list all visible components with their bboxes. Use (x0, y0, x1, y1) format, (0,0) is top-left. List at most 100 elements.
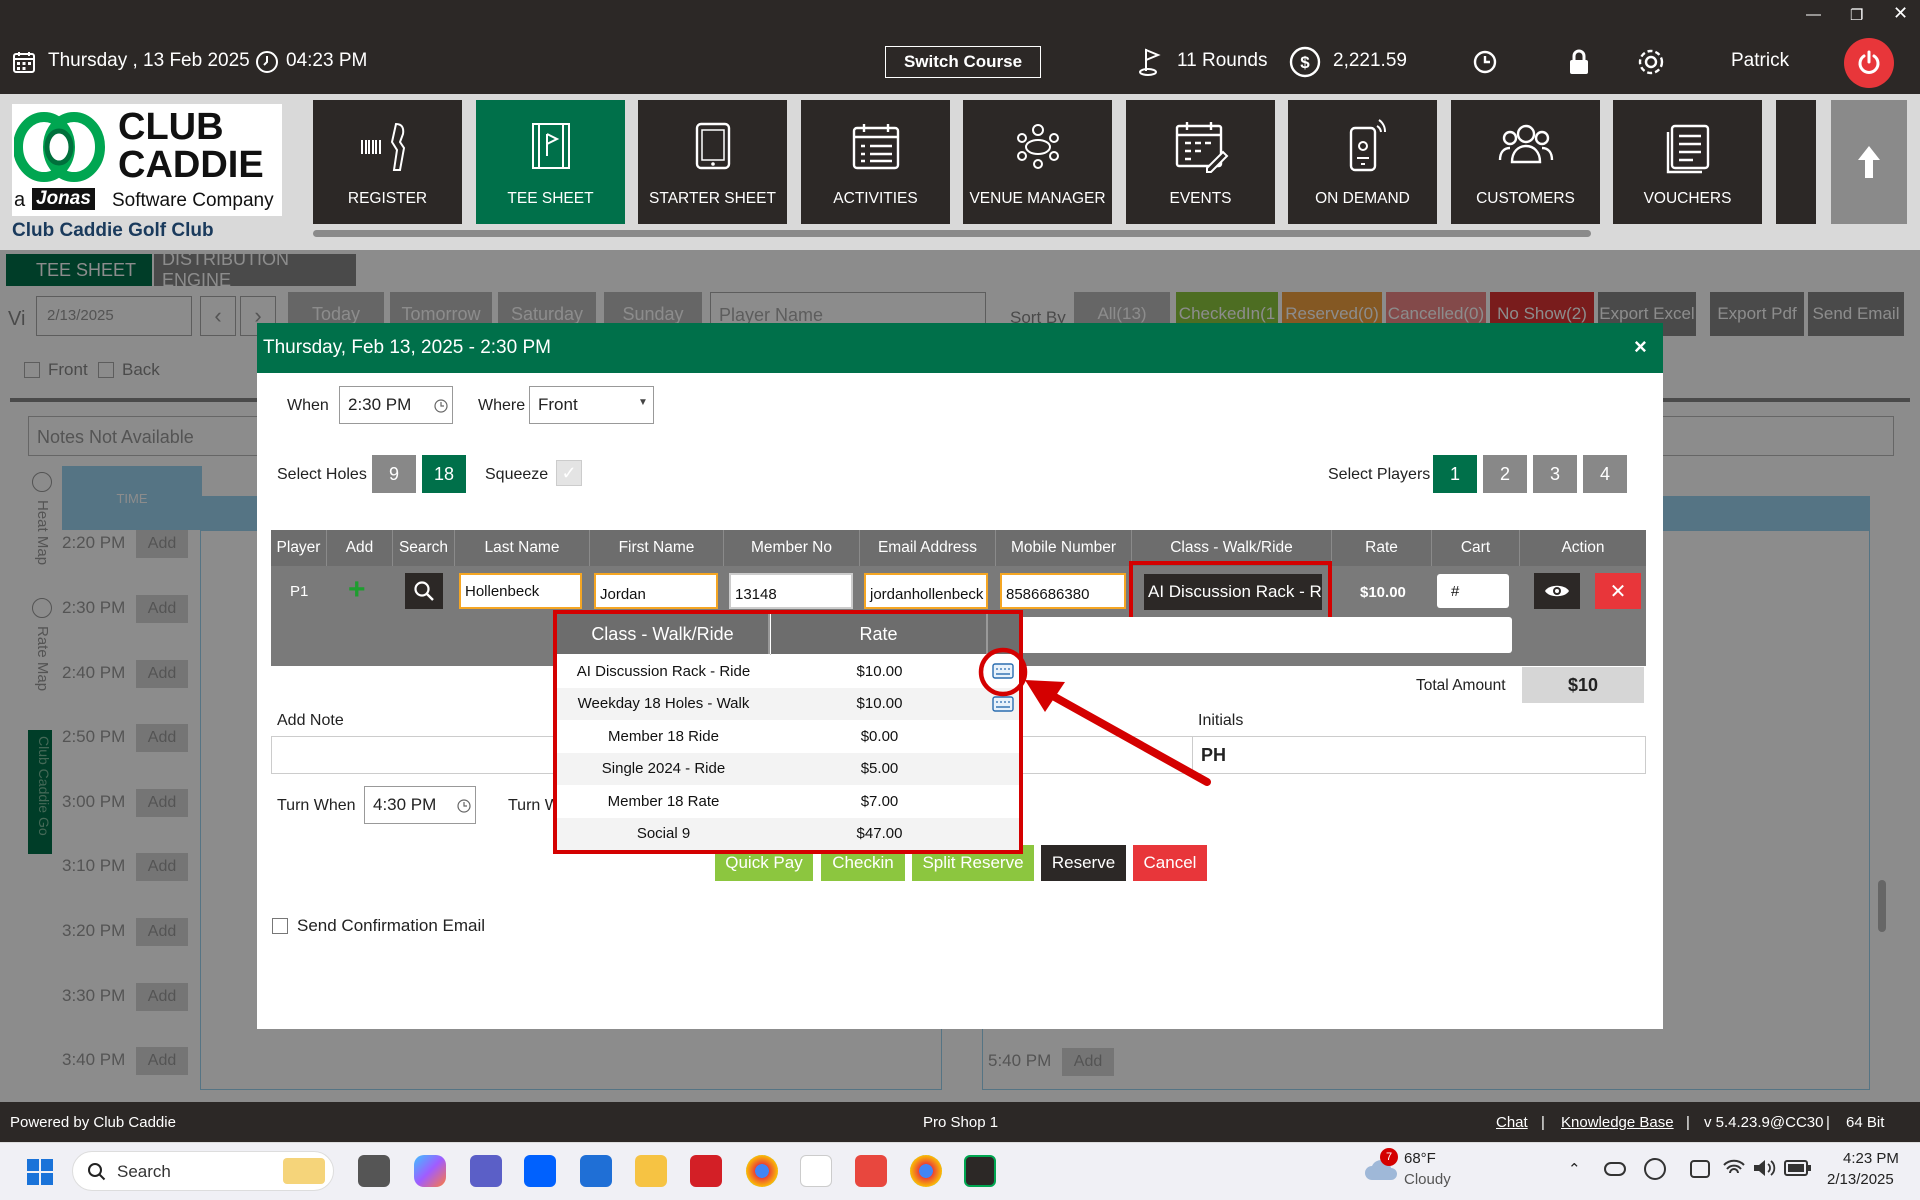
remove-player-button[interactable]: ✕ (1595, 573, 1641, 609)
col-last-name: Last Name (455, 530, 590, 566)
dropdown-col-class: Class - Walk/Ride (557, 614, 770, 654)
send-confirmation-label: Send Confirmation Email (297, 916, 486, 935)
nav-activities-label: ACTIVITIES (833, 190, 918, 207)
minimize-icon[interactable]: — (1806, 6, 1821, 23)
restore-icon[interactable]: ❐ (1850, 6, 1863, 24)
chat-link[interactable]: Chat (1496, 1114, 1528, 1131)
nav-on-demand-label: ON DEMAND (1315, 190, 1410, 207)
col-member-no: Member No (724, 530, 860, 566)
sync-icon[interactable] (1644, 1158, 1666, 1180)
dropdown-option[interactable]: Social 9 $47.00 (557, 817, 1019, 850)
clock-date: 2/13/2025 (1827, 1171, 1894, 1188)
add-note-input[interactable] (271, 736, 561, 774)
last-name-input[interactable]: Hollenbeck (459, 573, 582, 609)
turn-when-input[interactable]: 4:30 PM (364, 786, 476, 824)
send-confirmation-checkbox[interactable] (272, 918, 288, 934)
version-label: v 5.4.23.9@CC30 (1704, 1114, 1824, 1131)
arrow-up-icon (1858, 146, 1880, 178)
volume-icon[interactable] (1752, 1158, 1776, 1178)
first-name-input[interactable]: Jordan (594, 573, 718, 609)
mcafee-icon[interactable] (690, 1155, 722, 1187)
nav-register-label: REGISTER (347, 190, 428, 207)
players-1-button[interactable]: 1 (1433, 455, 1477, 493)
windows-start-icon[interactable] (26, 1158, 54, 1186)
dropdown-option[interactable]: Single 2024 - Ride $5.00 (557, 752, 1019, 785)
option-rate: $10.00 (856, 662, 903, 680)
option-class: Member 18 Ride (608, 727, 719, 745)
nav-customers-label: CUSTOMERS (1476, 190, 1575, 207)
players-3-button[interactable]: 3 (1533, 455, 1577, 493)
onedrive-icon[interactable] (1604, 1162, 1626, 1176)
modal-close-button[interactable]: × (1634, 334, 1647, 360)
nav-tee-sheet-label: TEE SHEET (507, 190, 594, 207)
nav-scrollbar[interactable] (313, 230, 1591, 237)
cancel-button[interactable]: Cancel (1133, 845, 1207, 881)
task-view-icon[interactable] (358, 1155, 390, 1187)
gear-icon[interactable] (1636, 47, 1666, 77)
teams-icon[interactable] (470, 1155, 502, 1187)
battery-icon[interactable] (1784, 1160, 1812, 1176)
dropdown-option[interactable]: Member 18 Rate $7.00 (557, 785, 1019, 818)
bluetooth-tray-icon[interactable] (1690, 1160, 1710, 1178)
nav-starter-sheet[interactable]: STARTER SHEET (638, 100, 787, 224)
chrome-profile-icon[interactable] (910, 1155, 942, 1187)
power-button[interactable] (1844, 38, 1894, 88)
dropdown-option[interactable]: Weekday 18 Holes - Walk $10.00 (557, 687, 1019, 720)
class-select[interactable]: AI Discussion Rack - Ride (1144, 574, 1322, 610)
option-rate: $47.00 (856, 825, 903, 843)
where-select[interactable]: Front ▼ (529, 386, 654, 424)
history-icon[interactable] (1473, 50, 1497, 74)
close-window-icon[interactable]: ✕ (1893, 3, 1908, 24)
club-caddie-app-icon[interactable] (964, 1155, 996, 1187)
power-icon (1858, 50, 1880, 74)
lock-icon[interactable] (1568, 49, 1590, 75)
copilot-icon[interactable] (414, 1155, 446, 1187)
nav-activities[interactable]: ACTIVITIES (801, 100, 950, 224)
squeeze-checkbox[interactable]: ✓ (556, 460, 582, 486)
reserve-button[interactable]: Reserve (1041, 845, 1126, 881)
holes-9-button[interactable]: 9 (372, 455, 416, 493)
players-2-button[interactable]: 2 (1483, 455, 1527, 493)
add-player-icon[interactable]: + (348, 573, 366, 607)
store-icon[interactable] (580, 1155, 612, 1187)
dropdown-option[interactable]: Member 18 Ride $0.00 (557, 720, 1019, 753)
chrome-icon[interactable] (746, 1155, 778, 1187)
nav-vouchers[interactable]: VOUCHERS (1613, 100, 1762, 224)
wifi-icon[interactable] (1722, 1158, 1746, 1178)
nav-customers[interactable]: CUSTOMERS (1451, 100, 1600, 224)
email-input[interactable]: jordanhollenbeck (864, 573, 988, 609)
file-explorer-icon[interactable] (635, 1155, 667, 1187)
mobile-input[interactable]: 8586686380 (1000, 573, 1126, 609)
app-s-icon[interactable] (855, 1155, 887, 1187)
when-label: When (287, 397, 329, 414)
when-input[interactable]: 2:30 PM (339, 386, 453, 424)
taskbar-search[interactable]: Search (72, 1151, 334, 1191)
cart-input[interactable]: # (1437, 574, 1509, 608)
dropdown-option[interactable]: AI Discussion Rack - Ride $10.00 (557, 655, 1019, 688)
nav-events[interactable]: EVENTS (1126, 100, 1275, 224)
scroll-up-button[interactable] (1831, 100, 1907, 224)
col-add: Add (327, 530, 393, 566)
search-button[interactable] (405, 573, 443, 609)
nav-venue-manager[interactable]: VENUE MANAGER (963, 100, 1112, 224)
member-no-input[interactable]: 13148 (729, 573, 853, 609)
knowledge-base-link[interactable]: Knowledge Base (1561, 1114, 1674, 1131)
nav-register[interactable]: REGISTER (313, 100, 462, 224)
player-id: P1 (290, 583, 309, 600)
select-players-label: Select Players (1328, 466, 1431, 483)
holes-18-button[interactable]: 18 (422, 455, 466, 493)
current-time: 04:23 PM (286, 50, 368, 71)
nav-tee-sheet[interactable]: TEE SHEET (476, 100, 625, 224)
dropbox-icon[interactable] (524, 1155, 556, 1187)
user-name[interactable]: Patrick (1731, 50, 1789, 72)
switch-course-button[interactable]: Switch Course (885, 46, 1041, 78)
chevron-up-icon[interactable]: ⌃ (1568, 1160, 1581, 1178)
logo-tag-brand: Jonas (32, 188, 95, 210)
players-4-button[interactable]: 4 (1583, 455, 1627, 493)
view-button[interactable] (1534, 573, 1580, 609)
slack-icon[interactable] (800, 1155, 832, 1187)
nav-more-button[interactable] (1776, 100, 1816, 224)
nav-on-demand[interactable]: ON DEMAND (1288, 100, 1437, 224)
col-mobile: Mobile Number (996, 530, 1132, 566)
initials-input[interactable]: PH (1192, 736, 1646, 774)
